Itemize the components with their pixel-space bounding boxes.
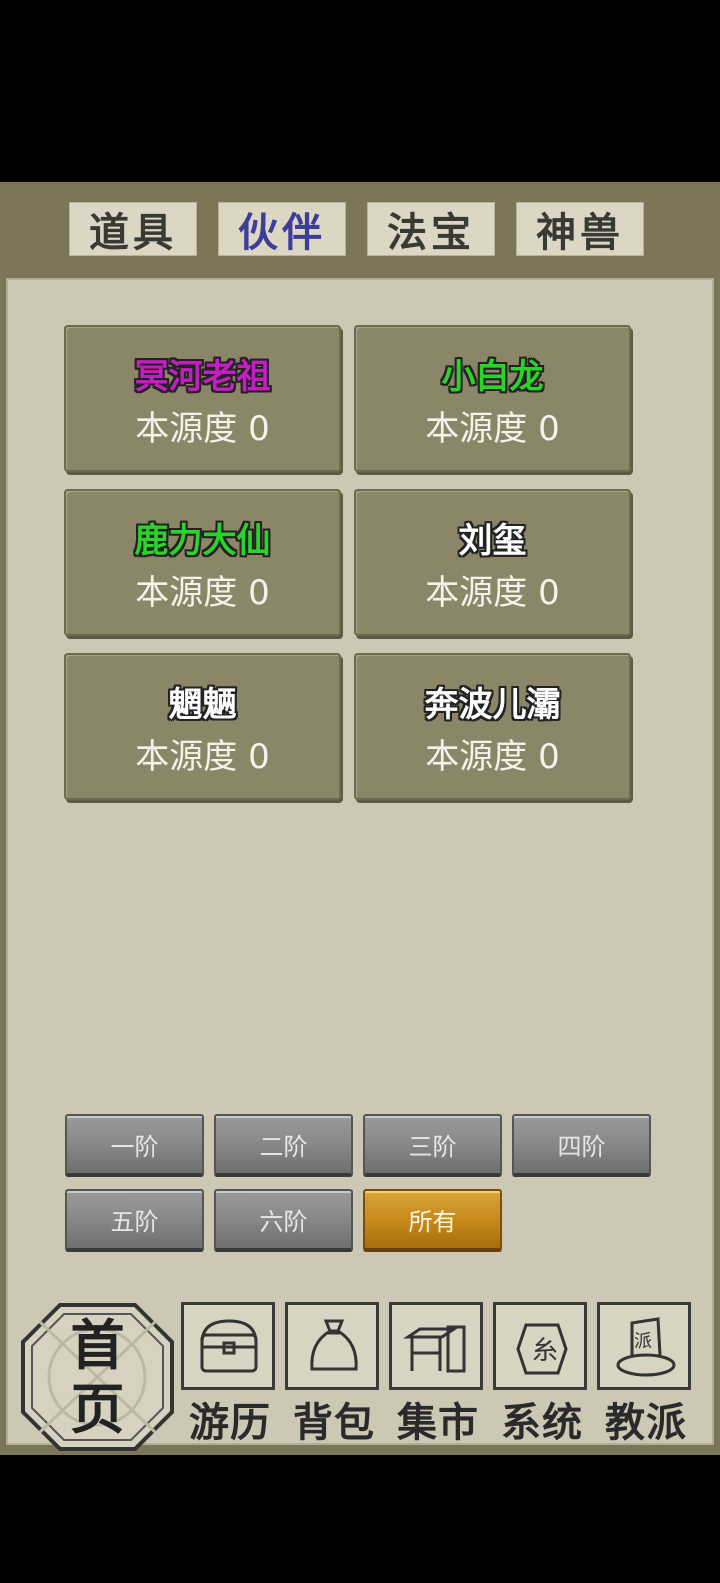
tier-filter-5[interactable]: 五阶: [65, 1189, 204, 1252]
partner-origin-degree: 本源度 0: [135, 573, 270, 613]
category-tabs: 道具 伙伴 法宝 神兽: [0, 182, 720, 278]
nav-system[interactable]: 糸 系统: [493, 1302, 591, 1452]
tier-filter-3[interactable]: 三阶: [363, 1114, 502, 1177]
system-seal-icon: 糸: [493, 1302, 587, 1390]
nav-sect-label: 教派: [605, 1399, 687, 1446]
partner-name: 冥河老祖: [134, 357, 271, 397]
nav-market-label: 集市: [397, 1399, 479, 1446]
tier-filter-6[interactable]: 六阶: [214, 1189, 353, 1252]
partner-card[interactable]: 奔波儿灞 本源度 0: [354, 653, 631, 800]
tier-filter-1[interactable]: 一阶: [65, 1114, 204, 1177]
partner-card[interactable]: 鹿力大仙 本源度 0: [64, 489, 341, 636]
partner-name: 魍魉: [168, 685, 237, 725]
svg-text:派: 派: [634, 1331, 652, 1352]
nav-travel[interactable]: 游历: [181, 1302, 279, 1452]
system-nav-area: [0, 1455, 720, 1583]
home-button[interactable]: 首 页: [20, 1302, 175, 1452]
partner-card[interactable]: 冥河老祖 本源度 0: [64, 325, 341, 472]
tier-filter-2[interactable]: 二阶: [214, 1114, 353, 1177]
partner-name: 奔波儿灞: [424, 685, 561, 725]
partner-card[interactable]: 小白龙 本源度 0: [354, 325, 631, 472]
home-label-line2: 页: [70, 1377, 125, 1441]
partner-origin-degree: 本源度 0: [425, 573, 560, 613]
home-label: 首 页: [20, 1302, 175, 1452]
chest-icon: [181, 1302, 275, 1390]
nav-travel-label: 游历: [189, 1399, 271, 1446]
partner-name: 刘玺: [458, 521, 527, 561]
partner-origin-degree: 本源度 0: [425, 409, 560, 449]
nav-bag[interactable]: 背包: [285, 1302, 383, 1452]
tier-filter-all[interactable]: 所有: [363, 1189, 502, 1252]
partner-panel: 冥河老祖 本源度 0 小白龙 本源度 0 鹿力大仙 本源度 0 刘玺 本源度 0…: [6, 278, 714, 1445]
partner-name: 鹿力大仙: [134, 521, 271, 561]
tier-filter-4[interactable]: 四阶: [512, 1114, 651, 1177]
partner-origin-degree: 本源度 0: [425, 737, 560, 777]
tab-treasures[interactable]: 法宝: [367, 202, 495, 256]
nav-market[interactable]: 集市: [389, 1302, 487, 1452]
app-screen: 道具 伙伴 法宝 神兽 冥河老祖 本源度 0 小白龙 本源度 0 鹿力大仙 本源…: [0, 182, 720, 1455]
home-label-line1: 首: [70, 1313, 125, 1377]
bag-icon: [285, 1302, 379, 1390]
svg-text:糸: 糸: [532, 1336, 558, 1366]
nav-sect[interactable]: 派 教派: [597, 1302, 695, 1452]
tab-partners[interactable]: 伙伴: [218, 202, 346, 256]
market-stall-icon: [389, 1302, 483, 1390]
sect-scroll-icon: 派: [597, 1302, 691, 1390]
status-bar-area: [0, 0, 720, 182]
partner-card[interactable]: 魍魉 本源度 0: [64, 653, 341, 800]
partner-origin-degree: 本源度 0: [135, 737, 270, 777]
tab-items[interactable]: 道具: [69, 202, 197, 256]
partner-card[interactable]: 刘玺 本源度 0: [354, 489, 631, 636]
partner-origin-degree: 本源度 0: [135, 409, 270, 449]
partner-name: 小白龙: [441, 357, 544, 397]
nav-bag-label: 背包: [293, 1399, 375, 1446]
nav-system-label: 系统: [501, 1399, 583, 1446]
tab-beasts[interactable]: 神兽: [516, 202, 644, 256]
